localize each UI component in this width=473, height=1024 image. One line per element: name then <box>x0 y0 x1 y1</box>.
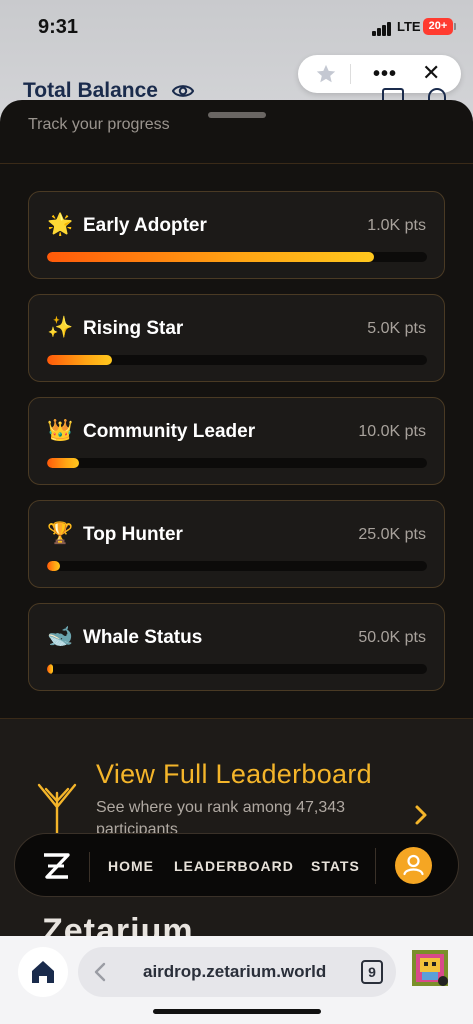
sheet-subtitle: Track your progress <box>28 116 170 133</box>
achievement-card-community-leader[interactable]: 👑 Community Leader 10.0K pts <box>28 397 445 485</box>
sheet-grabber[interactable] <box>208 112 266 118</box>
nav-divider <box>375 848 376 884</box>
progress-fill <box>47 355 112 365</box>
achievement-card-whale-status[interactable]: 🐋 Whale Status 50.0K pts <box>28 603 445 691</box>
favorite-star-icon[interactable] <box>315 63 337 85</box>
chevron-right-icon <box>415 805 427 825</box>
home-button[interactable] <box>18 947 68 997</box>
network-label: LTE <box>397 19 421 34</box>
achievement-title: Rising Star <box>83 318 184 339</box>
close-button[interactable]: ✕ <box>422 60 440 86</box>
achievement-title: Top Hunter <box>83 524 183 545</box>
progress-fill <box>47 252 374 262</box>
achievement-card-rising-star[interactable]: ✨ Rising Star 5.0K pts <box>28 294 445 382</box>
tabs-button[interactable]: 9 <box>361 960 383 984</box>
rune-icon <box>37 783 77 837</box>
achievement-title: Community Leader <box>83 421 256 442</box>
leaderboard-title: View Full Leaderboard <box>96 759 372 789</box>
signal-icon <box>372 22 394 36</box>
achievement-card-top-hunter[interactable]: 🏆 Top Hunter 25.0K pts <box>28 500 445 588</box>
achievement-points: 1.0K pts <box>367 217 426 234</box>
nav-leaderboard[interactable]: LEADERBOARD <box>174 858 294 874</box>
sparkles-icon: ✨ <box>47 316 74 339</box>
achievement-card-early-adopter[interactable]: 🌟 Early Adopter 1.0K pts <box>28 191 445 279</box>
address-bar[interactable]: airdrop.zetarium.world 9 <box>78 947 396 997</box>
browser-toolbar: airdrop.zetarium.world 9 <box>0 936 473 1024</box>
nav-divider <box>89 852 90 882</box>
achievement-title: Whale Status <box>83 627 203 648</box>
user-icon <box>403 854 424 876</box>
home-indicator <box>153 1009 321 1014</box>
progress-fill <box>47 664 54 674</box>
app-avatar-icon[interactable] <box>412 950 448 986</box>
progress-fill <box>47 458 80 468</box>
achievement-points: 50.0K pts <box>358 629 426 646</box>
profile-avatar[interactable] <box>395 847 432 884</box>
home-icon <box>32 961 54 983</box>
bottom-nav: HOME LEADERBOARD STATS <box>14 833 459 897</box>
nav-stats[interactable]: STATS <box>311 858 360 874</box>
more-button[interactable]: ••• <box>373 63 397 86</box>
trophy-icon: 🏆 <box>47 522 74 545</box>
divider <box>0 163 473 164</box>
achievement-points: 25.0K pts <box>358 526 426 543</box>
url-text: airdrop.zetarium.world <box>143 962 327 981</box>
pill-divider <box>350 64 351 84</box>
eye-icon[interactable] <box>172 82 194 100</box>
nav-home[interactable]: HOME <box>108 858 154 874</box>
progress-track <box>47 252 427 262</box>
progress-sheet: Track your progress 🌟 Early Adopter 1.0K… <box>0 100 473 936</box>
battery-icon: 20+ <box>423 18 456 35</box>
achievement-points: 10.0K pts <box>358 423 426 440</box>
achievement-points: 5.0K pts <box>367 320 426 337</box>
crown-icon: 👑 <box>47 419 74 442</box>
progress-track <box>47 664 427 674</box>
progress-track <box>47 561 427 571</box>
progress-track <box>47 458 427 468</box>
achievement-title: Early Adopter <box>83 215 207 236</box>
whale-icon: 🐋 <box>47 625 74 648</box>
zetarium-logo-icon[interactable] <box>41 852 71 880</box>
status-bar: 9:31 LTE 20+ <box>0 0 473 54</box>
progress-fill <box>47 561 60 571</box>
status-time: 9:31 <box>38 16 79 38</box>
glowing-star-icon: 🌟 <box>47 213 74 236</box>
back-chevron-icon[interactable] <box>94 962 106 982</box>
progress-track <box>47 355 427 365</box>
